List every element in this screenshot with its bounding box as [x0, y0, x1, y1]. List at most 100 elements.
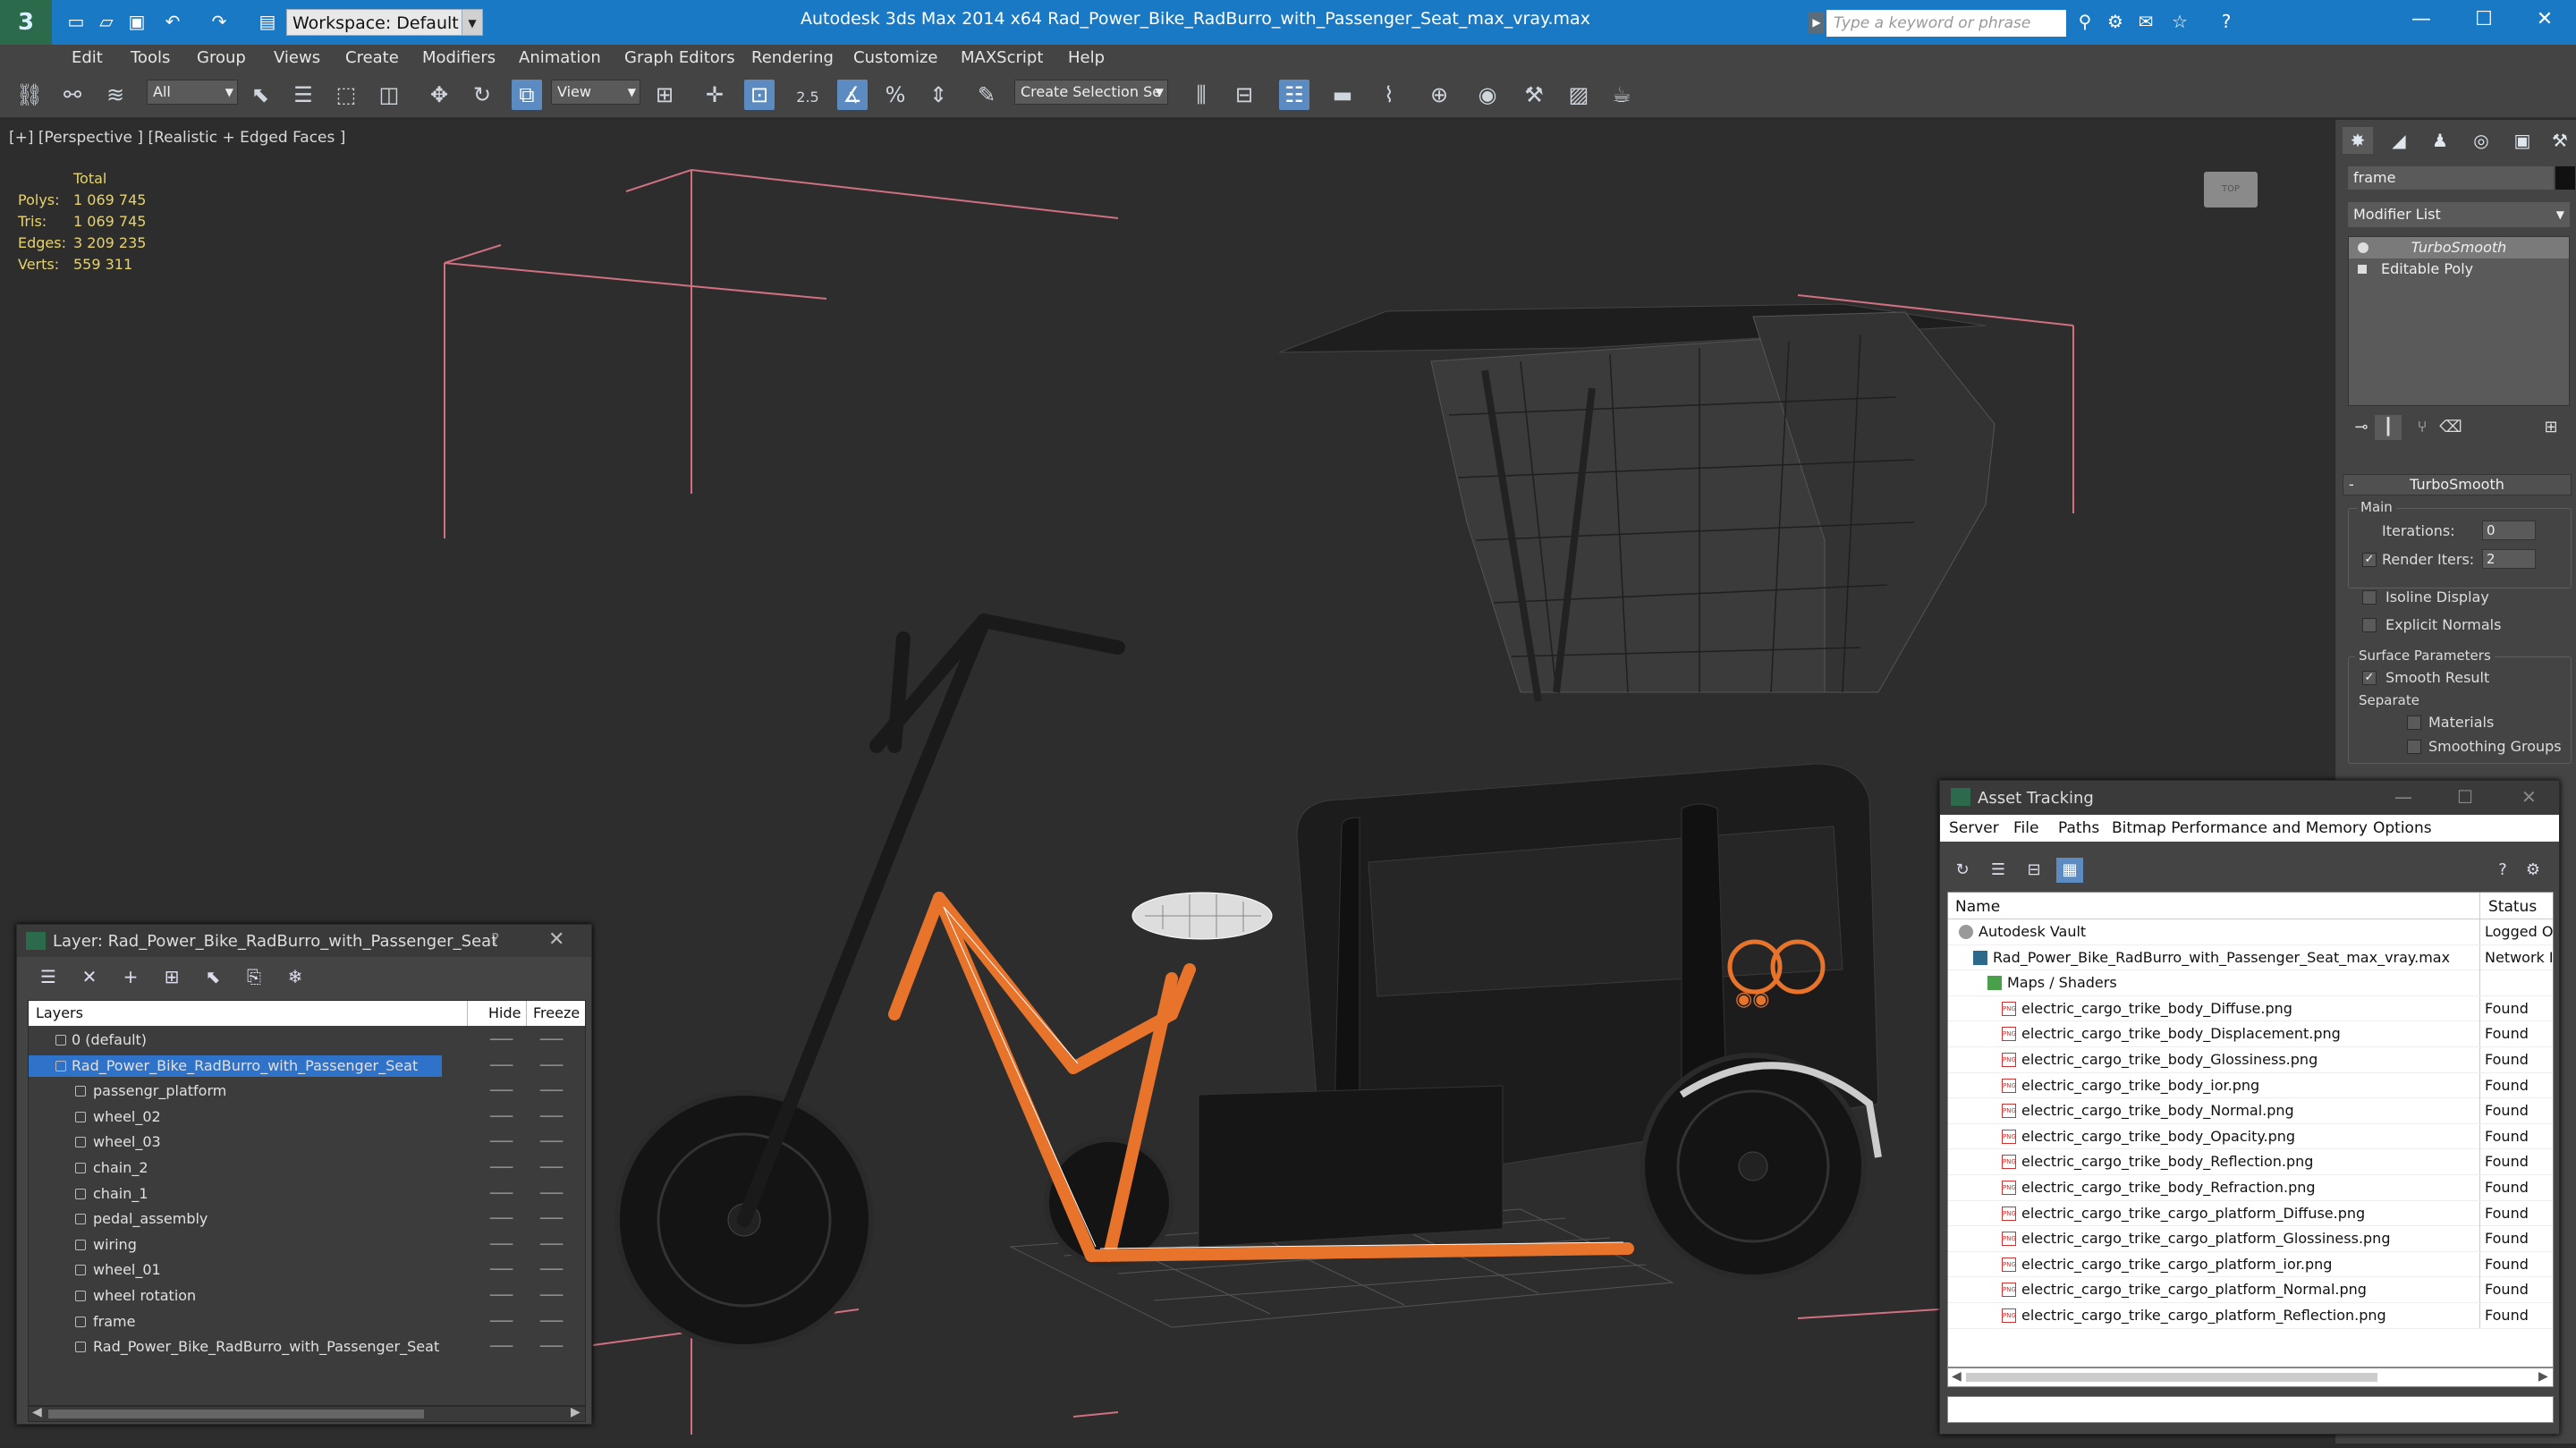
hide-toggle[interactable]: ───	[490, 1028, 513, 1053]
asset-row[interactable]: PNG electric_cargo_trike_cargo_platform_D…	[1948, 1200, 2553, 1227]
search-expand-button[interactable]: ▶	[1809, 12, 1825, 33]
hide-toggle[interactable]: ───	[490, 1181, 513, 1207]
select-by-name-icon[interactable]: ☰	[288, 80, 318, 110]
hide-toggle[interactable]: ───	[490, 1309, 513, 1334]
freeze-toggle[interactable]: ───	[540, 1309, 563, 1334]
material-editor-icon[interactable]: ◉	[1472, 80, 1503, 110]
asset-menu-paths[interactable]: Paths	[2058, 819, 2099, 837]
app-logo-icon[interactable]: 3	[0, 0, 52, 45]
asset-status-field[interactable]	[1947, 1396, 2554, 1423]
mirror-icon[interactable]: ⫼	[1186, 80, 1216, 110]
asset-row[interactable]: Autodesk Vault Logged O	[1948, 919, 2553, 945]
hide-toggle[interactable]: ───	[490, 1105, 513, 1130]
redo-icon[interactable]: ↷	[208, 11, 231, 32]
turbosmooth-rollout-header[interactable]: - TurboSmooth	[2343, 474, 2572, 495]
render-iters-spinner[interactable]: 2	[2482, 549, 2536, 569]
scroll-left-icon[interactable]: ◀	[32, 1405, 42, 1419]
layer-object-row[interactable]: chain_2 ─── ───	[29, 1156, 585, 1181]
curve-editor-icon[interactable]: ⌇	[1374, 80, 1404, 110]
settings-icon[interactable]: ⚙	[2520, 858, 2546, 883]
asset-row[interactable]: PNG electric_cargo_trike_body_Diffuse.png…	[1948, 995, 2553, 1022]
layer-row[interactable]: Rad_Power_Bike_RadBurro_with_Passenger_S…	[29, 1054, 585, 1079]
menu-edit[interactable]: Edit	[72, 48, 103, 67]
bind-space-warp-icon[interactable]: ≋	[100, 80, 131, 110]
menu-maxscript[interactable]: MAXScript	[961, 48, 1043, 67]
hide-all-layers-icon[interactable]: ❄	[282, 964, 309, 989]
close-icon[interactable]: ✕	[548, 928, 564, 951]
asset-row[interactable]: Rad_Power_Bike_RadBurro_with_Passenger_S…	[1948, 944, 2553, 971]
delete-layer-icon[interactable]: ✕	[76, 964, 103, 989]
scroll-thumb[interactable]	[1966, 1373, 2377, 1382]
hierarchy-tab-icon[interactable]: ♟	[2425, 127, 2455, 154]
menu-customize[interactable]: Customize	[853, 48, 937, 67]
menu-help[interactable]: Help	[1068, 48, 1105, 67]
select-and-scale-icon[interactable]: ⧉	[512, 80, 542, 110]
unlink-icon[interactable]: ⚯	[57, 80, 88, 110]
remove-modifier-icon[interactable]: ⌫	[2437, 415, 2464, 440]
make-unique-icon[interactable]: ⑂	[2409, 415, 2436, 440]
scroll-left-icon[interactable]: ◀	[1952, 1369, 1962, 1384]
help-icon[interactable]: ?	[491, 930, 500, 949]
tree-view-icon[interactable]: ⊟	[2021, 858, 2047, 883]
menu-modifiers[interactable]: Modifiers	[422, 48, 496, 67]
layer-object-row[interactable]: Rad_Power_Bike_RadBurro_with_Passenger_S…	[29, 1334, 585, 1359]
stack-item-turbosmooth[interactable]: TurboSmooth	[2349, 237, 2569, 258]
pin-stack-icon[interactable]: ⊸	[2348, 415, 2375, 440]
select-in-layer-icon[interactable]: ⬉	[199, 964, 226, 989]
save-file-icon[interactable]: ▣	[125, 11, 148, 32]
table-view-icon[interactable]: ▦	[2056, 858, 2083, 883]
refresh-icon[interactable]: ↻	[1949, 858, 1976, 883]
object-name-field[interactable]: frame	[2348, 166, 2554, 190]
graphite-ribbon-icon[interactable]: ▬	[1327, 80, 1358, 110]
hide-toggle[interactable]: ───	[490, 1054, 513, 1079]
asset-row[interactable]: PNG electric_cargo_trike_cargo_platform_R…	[1948, 1303, 2553, 1329]
asset-row[interactable]: PNG electric_cargo_trike_body_Displacemen…	[1948, 1021, 2553, 1047]
freeze-toggle[interactable]: ───	[540, 1283, 563, 1308]
iterations-spinner[interactable]: 0	[2482, 521, 2536, 540]
close-button[interactable]: ✕	[2513, 0, 2576, 39]
scroll-right-icon[interactable]: ▶	[2538, 1369, 2548, 1384]
layer-object-row[interactable]: wiring ─── ───	[29, 1232, 585, 1257]
layer-object-row[interactable]: wheel_02 ─── ───	[29, 1105, 585, 1130]
col-status[interactable]: Status	[2488, 898, 2537, 916]
menu-rendering[interactable]: Rendering	[751, 48, 834, 67]
open-file-icon[interactable]: ▱	[95, 11, 118, 32]
modify-tab-icon[interactable]: ◢	[2384, 127, 2414, 154]
layer-object-row[interactable]: wheel rotation ─── ───	[29, 1283, 585, 1308]
freeze-toggle[interactable]: ───	[540, 1257, 563, 1283]
menu-group[interactable]: Group	[197, 48, 246, 67]
asset-row[interactable]: PNG electric_cargo_trike_cargo_platform_i…	[1948, 1251, 2553, 1278]
asset-menu-file[interactable]: File	[2013, 819, 2038, 837]
viewport-label[interactable]: [+] [Perspective ] [Realistic + Edged Fa…	[9, 129, 345, 147]
favorites-star-icon[interactable]: ☆	[2168, 11, 2191, 32]
render-iters-checkbox[interactable]: ✓	[2362, 553, 2377, 567]
menu-create[interactable]: Create	[345, 48, 399, 67]
manipulate-icon[interactable]: ✛	[699, 80, 730, 110]
freeze-toggle[interactable]: ───	[540, 1054, 563, 1079]
layer-horizontal-scrollbar[interactable]: ◀ ▶	[28, 1405, 586, 1422]
keyboard-shortcut-override-icon[interactable]: ⊡	[744, 80, 775, 110]
percent-snap-icon[interactable]: %	[880, 80, 911, 110]
snaps-toggle-icon[interactable]: 2.5	[792, 80, 823, 110]
angle-snap-icon[interactable]: ∡	[837, 80, 868, 110]
render-setup-icon[interactable]: ⚒	[1519, 80, 1549, 110]
lightbulb-icon[interactable]	[2358, 242, 2368, 253]
layer-object-row[interactable]: frame ─── ───	[29, 1309, 585, 1334]
hide-toggle[interactable]: ───	[490, 1232, 513, 1257]
hide-toggle[interactable]: ───	[490, 1079, 513, 1104]
modifier-list-dropdown[interactable]: Modifier List ▼	[2348, 202, 2570, 227]
col-freeze[interactable]: Freeze	[533, 1004, 580, 1021]
motion-tab-icon[interactable]: ◎	[2466, 127, 2496, 154]
freeze-toggle[interactable]: ───	[540, 1181, 563, 1207]
isoline-display-checkbox[interactable]	[2362, 590, 2377, 605]
asset-row[interactable]: PNG electric_cargo_trike_body_Normal.png F…	[1948, 1098, 2553, 1124]
reference-coordinate-dropdown[interactable]: View ▼	[551, 80, 640, 105]
window-crossing-icon[interactable]: ◫	[374, 80, 404, 110]
asset-row[interactable]: PNG electric_cargo_trike_body_ior.png Foun…	[1948, 1072, 2553, 1099]
expand-icon[interactable]	[2358, 265, 2367, 274]
workspace-menu-button[interactable]: ▼	[462, 9, 483, 36]
asset-row[interactable]: PNG electric_cargo_trike_cargo_platform_N…	[1948, 1277, 2553, 1303]
freeze-toggle[interactable]: ───	[540, 1079, 563, 1104]
freeze-toggle[interactable]: ───	[540, 1156, 563, 1181]
stack-item-editable-poly[interactable]: Editable Poly	[2349, 258, 2569, 280]
